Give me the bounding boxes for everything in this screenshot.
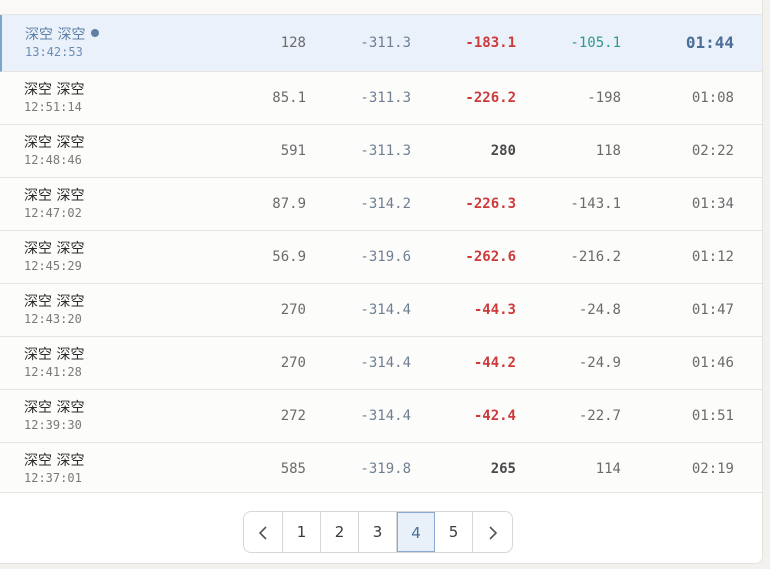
table-row[interactable]: 深空 深空 12:45:29 56.9 -319.6 -262.6 -216.2… xyxy=(0,231,762,284)
duration: 02:19 xyxy=(691,461,734,477)
table-row[interactable]: 深空 深空 12:39:30 272 -314.4 -42.4 -22.7 01… xyxy=(0,390,762,443)
value-col-3: 265 xyxy=(490,461,516,477)
pagination-bar: 1 2 3 4 5 xyxy=(0,492,762,563)
timestamp: 12:47:02 xyxy=(24,206,82,220)
timestamp: 12:37:01 xyxy=(24,471,82,485)
value-col-1: 56.9 xyxy=(272,249,306,265)
duration: 01:34 xyxy=(691,196,734,212)
value-col-1: 270 xyxy=(280,355,306,371)
table-row[interactable]: 深空 深空 12:41:28 270 -314.4 -44.2 -24.9 01… xyxy=(0,337,762,390)
value-col-3: -226.3 xyxy=(465,196,516,212)
value-col-1: 85.1 xyxy=(272,90,306,106)
value-col-2: -314.4 xyxy=(360,355,411,371)
player-cell: 深空 深空 12:43:20 xyxy=(24,294,84,327)
table-header-edge xyxy=(0,0,762,15)
page-button-1[interactable]: 1 xyxy=(283,512,321,552)
value-col-3: -226.2 xyxy=(465,90,516,106)
table-row[interactable]: 深空 深空 12:48:46 591 -311.3 280 118 02:22 xyxy=(0,125,762,178)
table-row[interactable]: 深空 深空 12:37:01 585 -319.8 265 114 02:19 xyxy=(0,443,762,496)
prev-page-button[interactable] xyxy=(244,512,283,552)
duration: 01:12 xyxy=(691,249,734,265)
value-col-2: -314.4 xyxy=(360,302,411,318)
value-col-4: -198 xyxy=(587,90,621,106)
results-panel: 深空 深空 13:42:53 128 -311.3 -183.1 -105.1 … xyxy=(0,0,763,564)
value-col-2: -319.8 xyxy=(360,461,411,477)
value-col-2: -311.3 xyxy=(360,143,411,159)
player-cell: 深空 深空 12:47:02 xyxy=(24,188,84,221)
player-name: 深空 深空 xyxy=(24,294,85,310)
value-col-3: 280 xyxy=(490,143,516,159)
value-col-4: -24.9 xyxy=(578,355,621,371)
timestamp: 12:39:30 xyxy=(24,418,82,432)
player-name: 深空 深空 xyxy=(24,135,85,151)
player-name: 深空 深空 xyxy=(24,453,85,469)
player-cell: 深空 深空 12:51:14 xyxy=(24,82,84,115)
value-col-4: 118 xyxy=(595,143,621,159)
player-cell: 深空 深空 12:41:28 xyxy=(24,347,84,380)
value-col-1: 87.9 xyxy=(272,196,306,212)
timestamp: 12:45:29 xyxy=(24,259,82,273)
player-name: 深空 深空 xyxy=(24,347,85,363)
value-col-1: 270 xyxy=(280,302,306,318)
duration: 01:51 xyxy=(691,408,734,424)
player-cell: 深空 深空 12:39:30 xyxy=(24,400,84,433)
player-cell: 深空 深空 12:48:46 xyxy=(24,135,84,168)
table-row[interactable]: 深空 深空 12:51:14 85.1 -311.3 -226.2 -198 0… xyxy=(0,72,762,125)
player-name: 深空 深空 xyxy=(24,241,85,257)
chevron-left-icon xyxy=(258,525,267,540)
table-row-selected[interactable]: 深空 深空 13:42:53 128 -311.3 -183.1 -105.1 … xyxy=(0,15,762,72)
value-col-4: -143.1 xyxy=(570,196,621,212)
duration: 01:46 xyxy=(691,355,734,371)
value-col-2: -311.3 xyxy=(360,90,411,106)
value-col-1: 591 xyxy=(280,143,306,159)
value-col-1: 585 xyxy=(280,461,306,477)
value-col-3: -262.6 xyxy=(465,249,516,265)
player-name: 深空 深空 xyxy=(24,188,85,204)
duration: 01:08 xyxy=(691,90,734,106)
chevron-right-icon xyxy=(488,525,497,540)
value-col-2: -311.3 xyxy=(360,35,411,51)
value-col-4: -24.8 xyxy=(578,302,621,318)
value-col-3: -183.1 xyxy=(465,35,516,51)
value-col-2: -314.2 xyxy=(360,196,411,212)
results-table: 深空 深空 13:42:53 128 -311.3 -183.1 -105.1 … xyxy=(0,15,762,496)
value-col-4: -105.1 xyxy=(570,35,621,51)
pagination: 1 2 3 4 5 xyxy=(243,511,513,553)
active-indicator-dot xyxy=(91,29,100,37)
value-col-4: 114 xyxy=(595,461,621,477)
value-col-3: -44.2 xyxy=(473,355,516,371)
value-col-2: -314.4 xyxy=(360,408,411,424)
value-col-2: -319.6 xyxy=(360,249,411,265)
duration: 01:44 xyxy=(685,33,734,52)
table-row[interactable]: 深空 深空 12:47:02 87.9 -314.2 -226.3 -143.1… xyxy=(0,178,762,231)
duration: 02:22 xyxy=(691,143,734,159)
value-col-4: -216.2 xyxy=(570,249,621,265)
page-button-2[interactable]: 2 xyxy=(321,512,359,552)
value-col-1: 272 xyxy=(280,408,306,424)
page-button-4-current[interactable]: 4 xyxy=(397,512,435,552)
next-page-button[interactable] xyxy=(473,512,512,552)
value-col-3: -42.4 xyxy=(473,408,516,424)
player-cell: 深空 深空 12:45:29 xyxy=(24,241,84,274)
table-row[interactable]: 深空 深空 12:43:20 270 -314.4 -44.3 -24.8 01… xyxy=(0,284,762,337)
page-button-3[interactable]: 3 xyxy=(359,512,397,552)
player-name: 深空 深空 xyxy=(25,27,86,43)
value-col-4: -22.7 xyxy=(578,408,621,424)
value-col-1: 128 xyxy=(280,35,306,51)
timestamp: 12:48:46 xyxy=(24,153,82,167)
player-cell: 深空 深空 13:42:53 xyxy=(25,27,100,60)
player-name: 深空 深空 xyxy=(24,400,85,416)
timestamp: 13:42:53 xyxy=(25,45,83,59)
duration: 01:47 xyxy=(691,302,734,318)
page-button-5[interactable]: 5 xyxy=(435,512,473,552)
timestamp: 12:41:28 xyxy=(24,365,82,379)
value-col-3: -44.3 xyxy=(473,302,516,318)
player-name: 深空 深空 xyxy=(24,82,85,98)
timestamp: 12:51:14 xyxy=(24,100,82,114)
timestamp: 12:43:20 xyxy=(24,312,82,326)
player-cell: 深空 深空 12:37:01 xyxy=(24,453,84,486)
